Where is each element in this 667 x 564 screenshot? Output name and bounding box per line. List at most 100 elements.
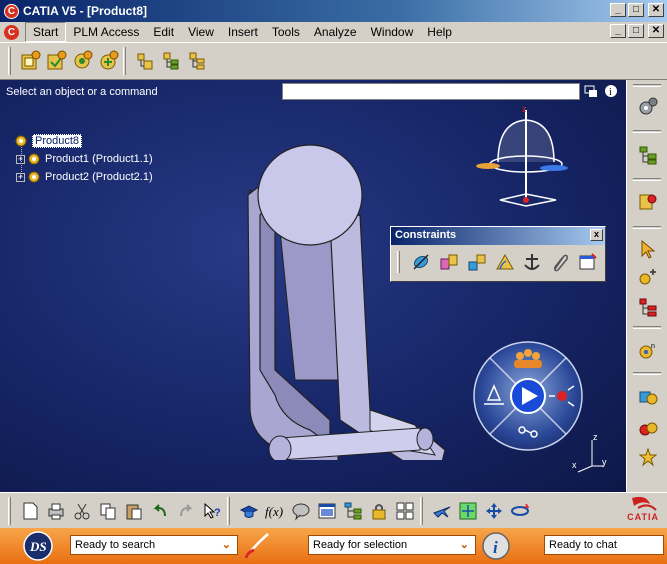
lock-icon[interactable] <box>366 498 392 524</box>
power-input-icon[interactable] <box>584 84 598 101</box>
change-constraint-icon[interactable] <box>575 249 601 275</box>
status-bar: DS Ready to search ⌄ Ready for selection… <box>0 528 667 564</box>
fit-all-icon[interactable] <box>455 498 481 524</box>
catalog-browser-icon[interactable] <box>635 188 661 214</box>
existing-component-icon[interactable] <box>95 48 121 74</box>
3d-part-model[interactable] <box>220 120 460 460</box>
formula-icon[interactable]: f(x) <box>262 498 288 524</box>
catia-app-icon[interactable]: C <box>4 3 19 19</box>
menu-plm-access[interactable]: PLM Access <box>66 23 146 41</box>
undo-icon[interactable] <box>147 498 173 524</box>
compass-icon[interactable]: z <box>468 102 568 212</box>
right-toolbar: n <box>626 80 667 492</box>
reuse-pattern-icon[interactable]: n <box>635 338 661 364</box>
redo-icon[interactable] <box>173 498 199 524</box>
selection-brush-icon[interactable] <box>242 530 274 562</box>
toolbar-grip[interactable] <box>227 496 230 525</box>
fix-component-icon[interactable] <box>519 249 545 275</box>
multi-view-icon[interactable] <box>392 498 418 524</box>
fly-mode-icon[interactable] <box>429 498 455 524</box>
select-arrow-icon[interactable] <box>635 236 661 262</box>
contact-constraint-icon[interactable] <box>436 249 462 275</box>
toolbar-grip[interactable] <box>420 496 423 525</box>
search-status-field[interactable]: Ready to search ⌄ <box>70 535 238 555</box>
insert-product-icon[interactable] <box>43 48 69 74</box>
pan-icon[interactable] <box>481 498 507 524</box>
doc-close-button[interactable]: ✕ <box>648 24 664 38</box>
explode-icon[interactable] <box>635 294 661 320</box>
doc-minimize-button[interactable]: _ <box>610 24 626 38</box>
tree-root-label[interactable]: Product8 <box>32 134 83 148</box>
tree-structure-icon[interactable] <box>340 498 366 524</box>
chevron-down-icon[interactable]: ⌄ <box>222 538 231 551</box>
3d-viewport[interactable]: Select an object or a command i Product8… <box>0 80 626 492</box>
new-document-icon[interactable] <box>17 498 43 524</box>
product-gear-icon <box>15 135 27 147</box>
toolbar-grip[interactable] <box>8 47 11 75</box>
whats-this-icon[interactable]: ? <box>199 498 225 524</box>
constraints-title[interactable]: Constraints x <box>391 227 605 245</box>
menu-edit[interactable]: Edit <box>146 23 181 41</box>
selection-status-field[interactable]: Ready for selection ⌄ <box>308 535 476 555</box>
clash-analysis-icon[interactable] <box>635 384 661 410</box>
close-button[interactable]: ✕ <box>648 3 664 17</box>
catalog-window-icon[interactable] <box>314 498 340 524</box>
cut-icon[interactable] <box>69 498 95 524</box>
restore-button[interactable]: □ <box>628 3 644 17</box>
command-prompt: Select an object or a command <box>6 86 158 98</box>
insert-component-icon[interactable] <box>17 48 43 74</box>
product-structure-tools-icon[interactable] <box>635 142 661 168</box>
document-menu-icon[interactable]: C <box>4 24 19 40</box>
catia-logo: CATIA <box>627 496 659 522</box>
toolbar-separator <box>633 326 661 329</box>
toolbar-grip-2[interactable] <box>123 47 126 75</box>
chevron-down-icon[interactable]: ⌄ <box>460 538 469 551</box>
manipulation-icon[interactable] <box>635 264 661 290</box>
rotate-icon[interactable] <box>507 498 533 524</box>
angle-constraint-icon[interactable] <box>492 249 518 275</box>
mechanical-gears-icon[interactable] <box>635 94 661 120</box>
toolbar-grip[interactable] <box>633 84 661 87</box>
menu-view[interactable]: View <box>181 23 221 41</box>
expand-icon[interactable]: + <box>16 154 25 164</box>
comment-icon[interactable] <box>288 498 314 524</box>
chat-status-field[interactable]: Ready to chat <box>544 535 664 555</box>
toolbar-grip[interactable] <box>397 251 400 273</box>
info-icon[interactable]: i <box>604 84 618 101</box>
print-icon[interactable] <box>43 498 69 524</box>
tree-node[interactable]: + Product2 (Product2.1) <box>14 168 153 186</box>
3ds-search-logo-icon[interactable]: DS <box>22 530 54 562</box>
toolbar-separator <box>633 178 661 181</box>
menu-insert[interactable]: Insert <box>221 23 265 41</box>
paste-icon[interactable] <box>121 498 147 524</box>
generate-numbering-icon[interactable] <box>184 48 210 74</box>
distance-analysis-icon[interactable] <box>635 444 661 470</box>
offset-constraint-icon[interactable] <box>464 249 490 275</box>
fix-together-icon[interactable] <box>547 249 573 275</box>
coincidence-constraint-icon[interactable] <box>408 249 434 275</box>
doc-restore-button[interactable]: □ <box>628 24 644 38</box>
menu-start[interactable]: Start <box>25 22 67 42</box>
insert-part-icon[interactable] <box>69 48 95 74</box>
toolbar-grip[interactable] <box>8 496 11 525</box>
copy-icon[interactable] <box>95 498 121 524</box>
menu-window[interactable]: Window <box>364 23 421 41</box>
svg-text:z: z <box>522 104 527 114</box>
graph-tree-reordering-icon[interactable] <box>158 48 184 74</box>
constraints-close-button[interactable]: x <box>590 229 603 241</box>
expand-icon[interactable]: + <box>16 172 25 182</box>
menu-analyze[interactable]: Analyze <box>307 23 364 41</box>
sectioning-icon[interactable] <box>635 414 661 440</box>
menu-tools[interactable]: Tools <box>265 23 307 41</box>
minimize-button[interactable]: _ <box>610 3 626 17</box>
replace-component-icon[interactable] <box>132 48 158 74</box>
tree-node-label[interactable]: Product1 (Product1.1) <box>45 153 153 165</box>
knowledge-hat-icon[interactable] <box>236 498 262 524</box>
chat-info-icon[interactable]: i <box>480 530 512 562</box>
menu-help[interactable]: Help <box>420 23 459 41</box>
tree-root[interactable]: Product8 <box>14 132 153 150</box>
svg-text:DS: DS <box>29 539 47 554</box>
command-input[interactable] <box>282 83 580 100</box>
tree-node[interactable]: + Product1 (Product1.1) <box>14 150 153 168</box>
tree-node-label[interactable]: Product2 (Product2.1) <box>45 171 153 183</box>
